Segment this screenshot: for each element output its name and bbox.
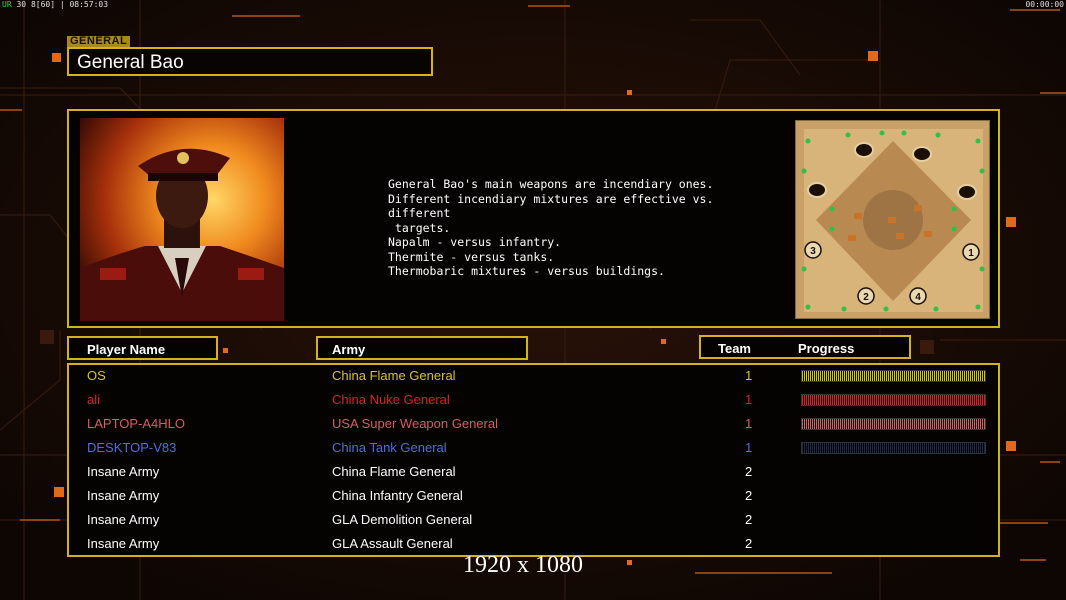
player-row[interactable]: LAPTOP-A4HLO USA Super Weapon General 1 bbox=[69, 412, 1002, 436]
map-preview[interactable]: 1 2 3 4 bbox=[795, 120, 990, 319]
player-name: Insane Army bbox=[87, 536, 160, 551]
fps-overlay: UR 30 8[60] | 08:57:03 bbox=[2, 0, 109, 9]
player-row[interactable]: DESKTOP-V83 China Tank General 1 bbox=[69, 436, 1002, 460]
player-row[interactable]: ali China Nuke General 1 bbox=[69, 388, 1002, 412]
player-row[interactable]: Insane Army China Infantry General 2 bbox=[69, 484, 1002, 508]
player-name-header: Player Name bbox=[67, 336, 218, 360]
player-name: ali bbox=[87, 392, 101, 407]
player-row[interactable]: OS China Flame General 1 bbox=[69, 364, 1002, 388]
general-portrait bbox=[80, 118, 284, 321]
player-army: China Flame General bbox=[332, 368, 456, 383]
player-name: Insane Army bbox=[87, 488, 160, 503]
player-team: 1 bbox=[745, 392, 753, 407]
player-team: 1 bbox=[745, 440, 753, 455]
player-name: Insane Army bbox=[87, 464, 160, 479]
player-army: USA Super Weapon General bbox=[332, 416, 498, 431]
load-progress-bar bbox=[801, 370, 986, 382]
player-army: GLA Demolition General bbox=[332, 512, 473, 527]
player-team: 2 bbox=[745, 488, 753, 503]
start-position-label: 2 bbox=[863, 292, 869, 303]
team-progress-header: Team Progress bbox=[699, 335, 911, 359]
player-army: GLA Assault General bbox=[332, 536, 453, 551]
player-row[interactable]: Insane Army China Flame General 2 bbox=[69, 460, 1002, 484]
player-name: OS bbox=[87, 368, 106, 383]
army-header: Army bbox=[316, 336, 528, 360]
title-box: General Bao bbox=[67, 47, 433, 76]
player-row[interactable]: Insane Army GLA Demolition General 2 bbox=[69, 508, 1002, 532]
player-army: China Tank General bbox=[332, 440, 447, 455]
load-progress-bar bbox=[801, 442, 986, 454]
player-team: 1 bbox=[745, 416, 753, 431]
general-tag: GENERAL bbox=[67, 36, 131, 47]
game-clock: 00:00:00 bbox=[1025, 0, 1064, 9]
player-team: 2 bbox=[745, 536, 753, 551]
page-title: General Bao bbox=[77, 52, 184, 73]
player-army: China Nuke General bbox=[332, 392, 450, 407]
progress-header: Progress bbox=[798, 341, 855, 356]
player-team: 2 bbox=[745, 464, 753, 479]
load-progress-bar bbox=[801, 394, 986, 406]
start-position-label: 3 bbox=[810, 246, 816, 257]
start-position-label: 4 bbox=[915, 292, 921, 303]
player-name: LAPTOP-A4HLO bbox=[87, 416, 186, 431]
resolution-label: 1920 x 1080 bbox=[463, 552, 583, 578]
start-position-label: 1 bbox=[968, 248, 974, 259]
player-army: China Infantry General bbox=[332, 488, 463, 503]
player-team: 1 bbox=[745, 368, 753, 383]
player-name: Insane Army bbox=[87, 512, 160, 527]
player-team: 2 bbox=[745, 512, 753, 527]
player-name: DESKTOP-V83 bbox=[87, 440, 177, 455]
load-progress-bar bbox=[801, 418, 986, 430]
general-description: General Bao's main weapons are incendiar… bbox=[388, 177, 714, 278]
player-list: OS China Flame General 1 ali China Nuke Gene… bbox=[67, 363, 1000, 557]
team-header: Team bbox=[718, 341, 751, 356]
player-army: China Flame General bbox=[332, 464, 456, 479]
